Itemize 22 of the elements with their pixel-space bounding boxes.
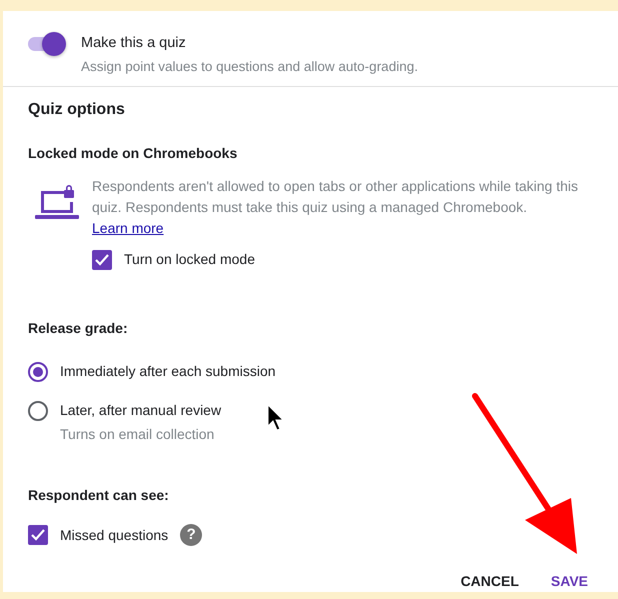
laptop-lock-icon — [35, 184, 79, 222]
checkbox[interactable] — [28, 525, 48, 545]
checkbox-label: Missed questions — [60, 526, 168, 545]
radio-button[interactable] — [28, 400, 48, 420]
save-button[interactable]: SAVE — [550, 567, 588, 596]
toggle-description: Assign point values to questions and allow auto-grading. — [81, 58, 418, 76]
section-title: Quiz options — [28, 100, 126, 120]
checkbox-label: Turn on locked mode — [124, 250, 255, 269]
radio-button[interactable] — [28, 362, 48, 382]
quiz-toggle[interactable] — [28, 32, 66, 56]
section-heading: Locked mode on Chromebooks — [28, 144, 238, 163]
radio-label: Immediately after each submission — [60, 362, 276, 381]
learn-more-link[interactable]: Learn more — [92, 220, 164, 236]
checkbox[interactable] — [92, 250, 112, 270]
section-heading: Respondent can see: — [28, 486, 170, 505]
help-icon[interactable]: ? — [180, 524, 202, 546]
description-text: Respondents aren't allowed to open tabs or other applications while taking this quiz. Respondents must take this quiz using a managed Chromebook. — [92, 177, 579, 217]
cancel-button[interactable]: CANCEL — [460, 567, 519, 596]
radio-label: Later, after manual review — [60, 401, 222, 420]
toggle-label: Make this a quiz — [81, 34, 187, 53]
section-heading: Release grade: — [28, 319, 129, 338]
radio-hint: Turns on email collection — [60, 425, 216, 444]
